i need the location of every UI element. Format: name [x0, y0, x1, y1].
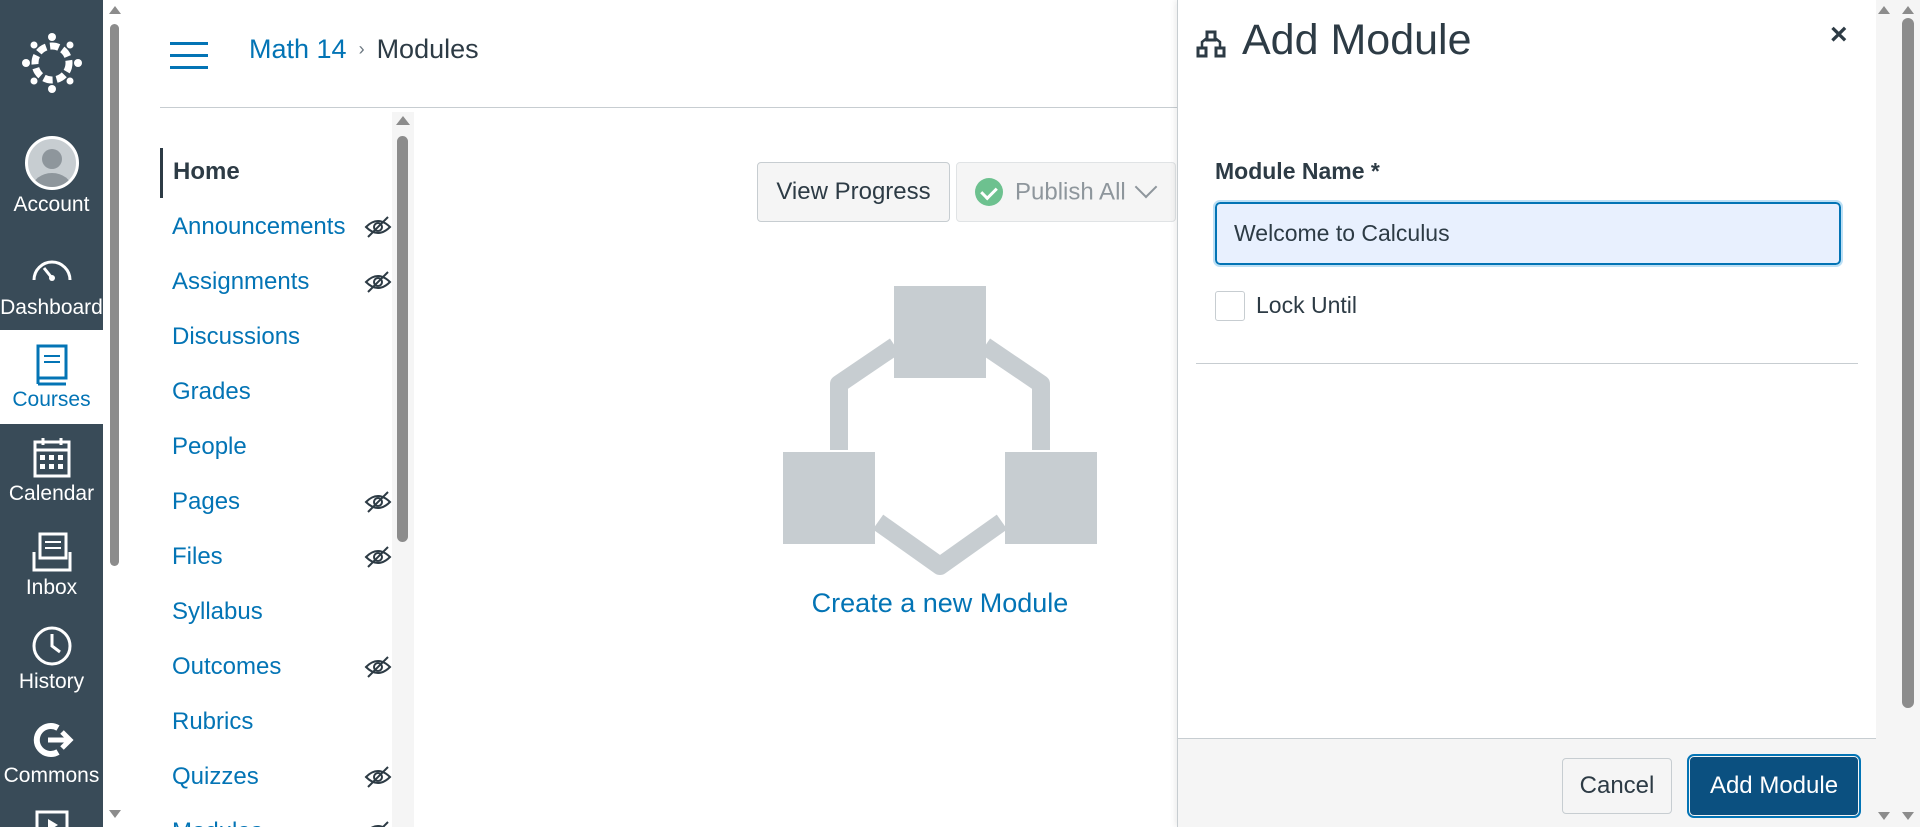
scrollbar-thumb[interactable]	[1902, 18, 1914, 708]
course-nav-announcements[interactable]: Announcements	[160, 203, 392, 253]
cancel-button[interactable]: Cancel	[1562, 758, 1672, 814]
nav-calendar[interactable]: Calendar	[0, 424, 103, 518]
course-nav-pages[interactable]: Pages	[160, 478, 392, 528]
module-name-label: Module Name *	[1215, 158, 1380, 184]
course-nav: Home Announcements Assignments Discussio…	[160, 140, 392, 827]
hidden-eye-icon	[370, 821, 389, 827]
avatar	[24, 136, 79, 190]
hidden-eye-icon	[364, 491, 392, 513]
nav-studio[interactable]	[0, 800, 103, 827]
course-nav-outcomes[interactable]: Outcomes	[160, 643, 392, 693]
scrollbar-thumb[interactable]	[397, 136, 408, 542]
hidden-eye-icon	[364, 656, 392, 678]
nav-account-label: Account	[13, 193, 90, 216]
nav-history[interactable]: History	[0, 612, 103, 706]
published-check-icon	[975, 178, 1003, 207]
publish-all-button[interactable]: Publish All	[956, 162, 1176, 222]
nav-dashboard-label: Dashboard	[0, 296, 103, 319]
course-nav-label: Rubrics	[172, 708, 254, 735]
global-nav: Account Dashboard Courses Calendar Inbox…	[0, 0, 103, 827]
page-header: Math 14 › Modules	[160, 0, 1180, 108]
close-icon[interactable]: ×	[1830, 18, 1848, 52]
course-nav-label: People	[172, 433, 247, 460]
create-module-link[interactable]: Create a new Module	[773, 588, 1107, 619]
divider	[1196, 363, 1858, 364]
nav-inbox[interactable]: Inbox	[0, 518, 103, 612]
scrollbar-thumb[interactable]	[110, 24, 119, 566]
history-icon	[32, 626, 71, 666]
chevron-down-icon	[1134, 176, 1158, 199]
inbox-icon	[32, 532, 71, 572]
nav-courses-label: Courses	[12, 388, 91, 411]
course-nav-syllabus[interactable]: Syllabus	[160, 588, 392, 638]
tray-title: Add Module	[1242, 16, 1472, 64]
page-scrollbar[interactable]	[103, 0, 125, 827]
course-nav-label: Assignments	[172, 268, 310, 295]
scroll-up-arrow-icon[interactable]	[109, 6, 121, 14]
tray-scrollbar[interactable]	[1876, 0, 1920, 827]
course-nav-grades[interactable]: Grades	[160, 368, 392, 418]
course-nav-label: Files	[172, 543, 223, 570]
breadcrumb-course-link[interactable]: Math 14	[249, 34, 347, 64]
nav-dashboard[interactable]: Dashboard	[0, 236, 103, 330]
breadcrumb-separator: ›	[358, 39, 365, 59]
calendar-icon	[33, 438, 70, 478]
hidden-eye-icon	[364, 271, 392, 293]
tray-footer: Cancel Add Module	[1178, 738, 1877, 827]
course-nav-label: Grades	[172, 378, 251, 405]
add-module-button[interactable]: Add Module	[1687, 754, 1861, 818]
nav-calendar-label: Calendar	[8, 482, 95, 505]
course-nav-files[interactable]: Files	[160, 533, 392, 583]
nav-account[interactable]: Account	[0, 130, 103, 224]
nav-inbox-label: Inbox	[25, 576, 78, 599]
studio-icon	[35, 810, 68, 827]
courses-icon	[36, 344, 67, 386]
module-name-input[interactable]	[1213, 200, 1843, 267]
publish-all-label: Publish All	[1015, 178, 1126, 206]
lock-until-checkbox[interactable]	[1215, 291, 1245, 321]
add-module-tray: Add Module × Module Name * Lock Until Ca…	[1177, 0, 1877, 827]
view-progress-button[interactable]: View Progress	[757, 162, 950, 222]
scroll-down-arrow-icon[interactable]	[109, 810, 121, 818]
canvas-logo-icon[interactable]	[22, 33, 82, 93]
course-nav-quizzes[interactable]: Quizzes	[160, 753, 392, 803]
scroll-down-arrow-icon[interactable]	[1878, 812, 1890, 820]
modules-icon	[1196, 30, 1226, 58]
course-nav-modules[interactable]: Modules	[160, 808, 392, 827]
course-nav-home[interactable]: Home	[160, 148, 392, 198]
breadcrumb-current: Modules	[376, 34, 479, 64]
course-nav-label: Syllabus	[172, 598, 263, 625]
nav-commons[interactable]: Commons	[0, 706, 103, 800]
breadcrumb: Math 14 › Modules	[249, 34, 479, 65]
hidden-eye-icon	[364, 546, 392, 568]
scroll-up-arrow-icon[interactable]	[1878, 6, 1890, 14]
course-nav-label: Pages	[172, 488, 241, 515]
course-nav-label: Quizzes	[172, 763, 259, 790]
modules-empty-state-icon	[783, 286, 1097, 575]
dashboard-icon	[32, 260, 71, 281]
course-nav-scrollbar[interactable]	[392, 112, 414, 827]
course-nav-rubrics[interactable]: Rubrics	[160, 698, 392, 748]
course-nav-people[interactable]: People	[160, 423, 392, 473]
hidden-eye-icon	[364, 766, 392, 788]
course-nav-discussions[interactable]: Discussions	[160, 313, 392, 363]
scroll-up-arrow-icon[interactable]	[396, 116, 410, 125]
lock-until-label[interactable]: Lock Until	[1256, 292, 1357, 319]
course-nav-assignments[interactable]: Assignments	[160, 258, 392, 308]
scroll-down-arrow-icon[interactable]	[1902, 812, 1914, 820]
nav-history-label: History	[18, 670, 85, 693]
hidden-eye-icon	[364, 216, 392, 238]
commons-icon	[33, 723, 74, 757]
course-nav-label: Home	[173, 158, 240, 185]
course-nav-label: Announcements	[172, 213, 346, 240]
course-nav-label: Modules	[172, 818, 263, 827]
scroll-up-arrow-icon[interactable]	[1902, 6, 1914, 14]
nav-courses[interactable]: Courses	[0, 330, 103, 424]
course-nav-label: Outcomes	[172, 653, 282, 680]
hamburger-menu-icon[interactable]	[170, 42, 208, 70]
course-nav-label: Discussions	[172, 323, 301, 350]
nav-commons-label: Commons	[3, 764, 100, 787]
